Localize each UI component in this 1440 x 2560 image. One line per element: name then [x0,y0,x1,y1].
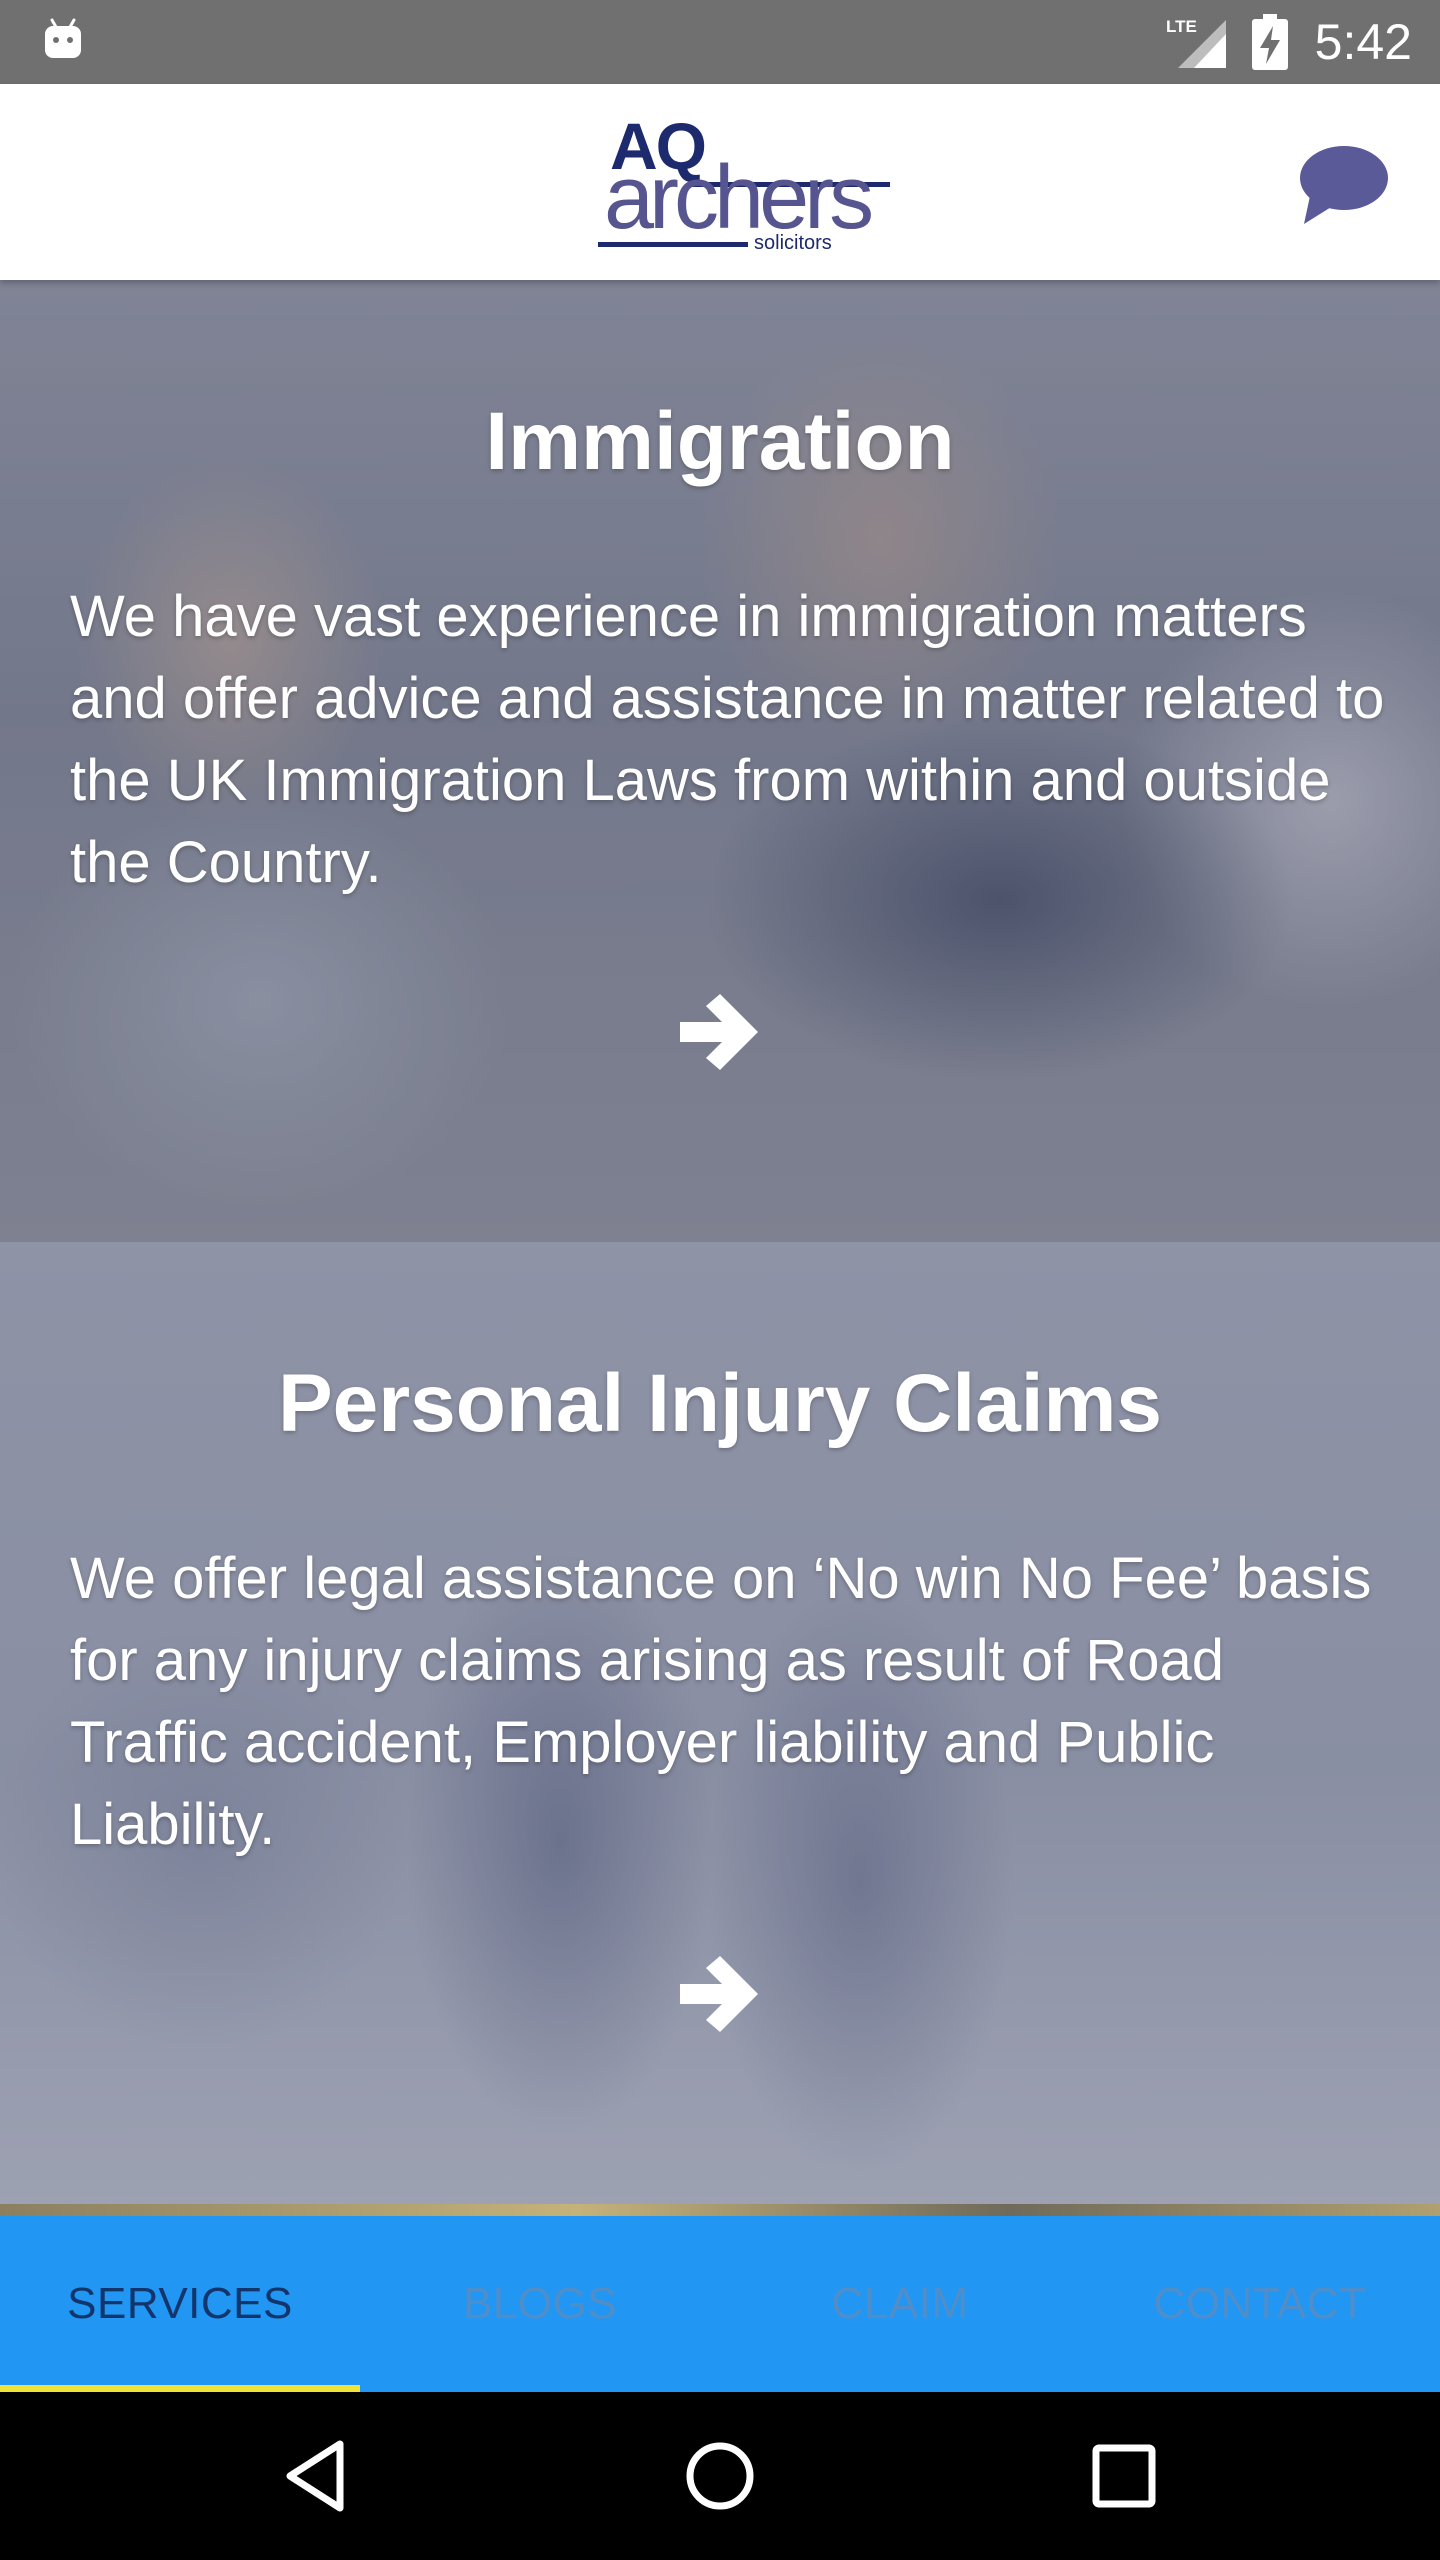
tab-blogs[interactable]: BLOGS [360,2216,720,2392]
tab-label: CONTACT [1153,2279,1367,2328]
home-icon[interactable] [676,2432,764,2520]
status-clock: 5:42 [1314,14,1412,70]
service-description: We have vast experience in immigration m… [70,584,1385,895]
tab-contact[interactable]: CONTACT [1080,2216,1440,2392]
service-title: Personal Injury Claims [277,1358,1163,1449]
tab-label: SERVICES [67,2279,293,2328]
service-description: We offer legal assistance on ‘No win No … [70,1546,1372,1857]
system-navigation-bar [0,2392,1440,2560]
android-icon [45,18,81,58]
active-tab-indicator [0,2385,360,2392]
service-card-personal-injury[interactable]: Personal Injury Claims We offer legal as… [0,1242,1440,2204]
chat-bubble-icon[interactable] [1298,144,1390,228]
lte-signal-icon: LTE [1166,17,1226,68]
tab-services[interactable]: SERVICES [0,2216,360,2392]
logo-rule [598,242,748,247]
battery-charging-icon [1252,14,1288,70]
network-type-label: LTE [1166,17,1197,36]
app-header: AQ archers solicitors [0,84,1440,280]
aq-archers-logo[interactable]: AQ archers solicitors [596,109,896,256]
service-title: Immigration [485,396,955,487]
logo-text-solicitors: solicitors [754,232,832,254]
arrow-right-icon[interactable] [670,1944,770,2044]
tab-claim[interactable]: CLAIM [720,2216,1080,2392]
status-bar: LTE 5:42 [0,0,1440,84]
tab-label: CLAIM [831,2279,969,2328]
recents-icon[interactable] [1080,2432,1168,2520]
tab-label: BLOGS [462,2279,618,2328]
bottom-tab-bar: SERVICES BLOGS CLAIM CONTACT [0,2216,1440,2392]
back-icon[interactable] [272,2432,360,2520]
service-card-immigration[interactable]: Immigration We have vast experience in i… [0,280,1440,1242]
arrow-right-icon[interactable] [670,982,770,1082]
